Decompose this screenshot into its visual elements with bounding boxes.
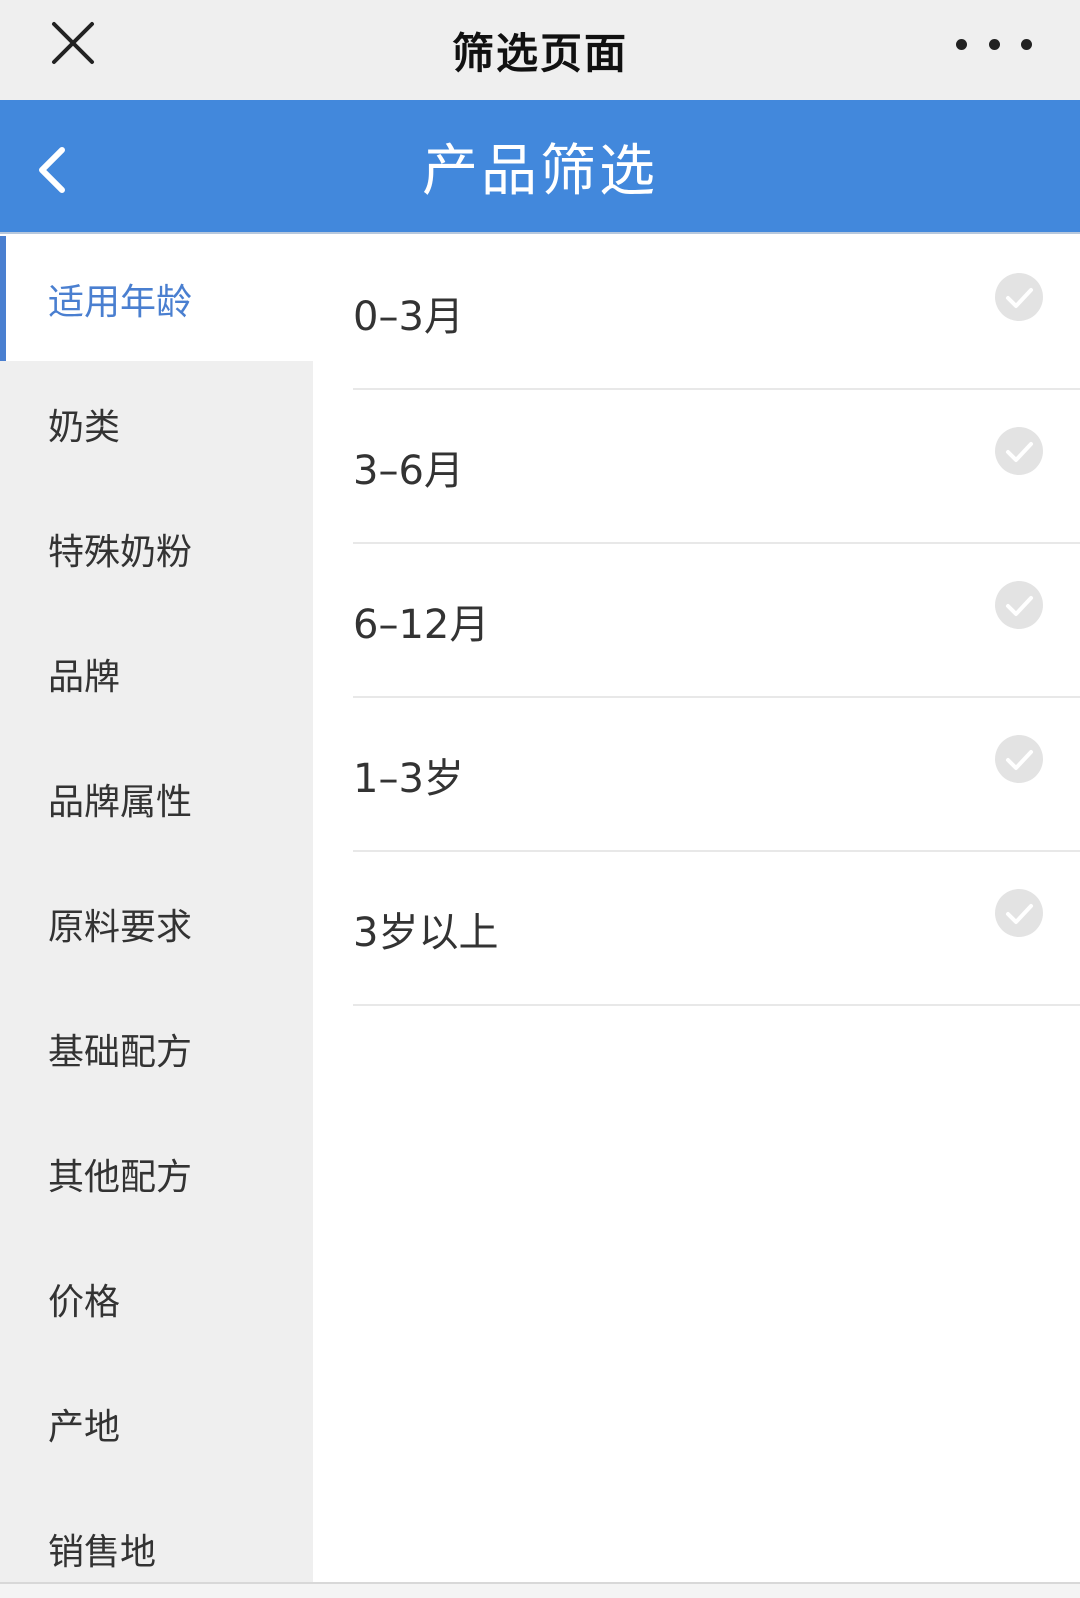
more-icon-dot bbox=[956, 38, 967, 50]
option-item[interactable]: 0–3月 bbox=[353, 236, 1080, 390]
sidebar-item-brand-attribute[interactable]: 品牌属性 bbox=[0, 736, 313, 861]
check-circle-icon[interactable] bbox=[994, 888, 1044, 938]
bottom-divider bbox=[0, 1582, 1080, 1598]
sidebar-item-price[interactable]: 价格 bbox=[0, 1236, 313, 1361]
option-label: 1–3岁 bbox=[353, 756, 464, 802]
sidebar-item-label: 品牌属性 bbox=[48, 781, 193, 823]
check-circle-icon[interactable] bbox=[994, 580, 1044, 630]
sidebar-item-label: 基础配方 bbox=[48, 1031, 193, 1073]
top-bar: 筛选页面 bbox=[0, 0, 1080, 100]
sidebar-item-label: 奶类 bbox=[48, 406, 121, 448]
sidebar-item-basic-formula[interactable]: 基础配方 bbox=[0, 986, 313, 1111]
back-button[interactable] bbox=[30, 140, 78, 200]
close-button[interactable] bbox=[48, 18, 100, 70]
category-sidebar: 适用年龄 奶类 特殊奶粉 品牌 品牌属性 原料要求 基础配方 其他配方 价格 产… bbox=[0, 236, 313, 1582]
sidebar-item-age[interactable]: 适用年龄 bbox=[0, 236, 313, 361]
option-label: 3–6月 bbox=[353, 448, 464, 494]
option-item[interactable]: 3岁以上 bbox=[353, 852, 1080, 1006]
sidebar-item-other-formula[interactable]: 其他配方 bbox=[0, 1111, 313, 1236]
more-icon-dot bbox=[1021, 38, 1032, 50]
more-button[interactable] bbox=[956, 26, 1032, 62]
option-item[interactable]: 1–3岁 bbox=[353, 698, 1080, 852]
sidebar-item-origin[interactable]: 产地 bbox=[0, 1361, 313, 1486]
option-label: 6–12月 bbox=[353, 602, 490, 648]
option-item[interactable]: 6–12月 bbox=[353, 544, 1080, 698]
check-circle-icon[interactable] bbox=[994, 426, 1044, 476]
option-list: 0–3月 3–6月 6–12月 1–3岁 3岁以上 bbox=[313, 236, 1080, 1582]
sidebar-item-label: 产地 bbox=[48, 1406, 121, 1448]
sidebar-item-milk-type[interactable]: 奶类 bbox=[0, 361, 313, 486]
check-circle-icon[interactable] bbox=[994, 734, 1044, 784]
sidebar-item-label: 价格 bbox=[48, 1281, 121, 1323]
sidebar-item-sales-region[interactable]: 销售地 bbox=[0, 1486, 313, 1582]
sidebar-item-special-formula[interactable]: 特殊奶粉 bbox=[0, 486, 313, 611]
sidebar-item-brand[interactable]: 品牌 bbox=[0, 611, 313, 736]
option-label: 0–3月 bbox=[353, 294, 464, 340]
option-item[interactable]: 3–6月 bbox=[353, 390, 1080, 544]
sidebar-item-label: 销售地 bbox=[48, 1531, 157, 1573]
sidebar-item-label: 特殊奶粉 bbox=[48, 531, 193, 573]
sidebar-item-ingredients[interactable]: 原料要求 bbox=[0, 861, 313, 986]
sidebar-item-label: 原料要求 bbox=[48, 906, 193, 948]
page-title: 筛选页面 bbox=[451, 28, 628, 78]
header-title: 产品筛选 bbox=[422, 138, 658, 204]
option-label: 3岁以上 bbox=[353, 910, 499, 956]
sidebar-item-label: 其他配方 bbox=[48, 1156, 193, 1198]
check-circle-icon[interactable] bbox=[994, 272, 1044, 322]
chevron-left-icon bbox=[39, 147, 65, 193]
header-bar: 产品筛选 bbox=[0, 100, 1080, 234]
sidebar-item-label: 品牌 bbox=[48, 656, 121, 698]
close-icon bbox=[52, 22, 94, 64]
sidebar-item-label: 适用年龄 bbox=[48, 281, 193, 323]
more-icon-dot bbox=[988, 38, 1000, 50]
